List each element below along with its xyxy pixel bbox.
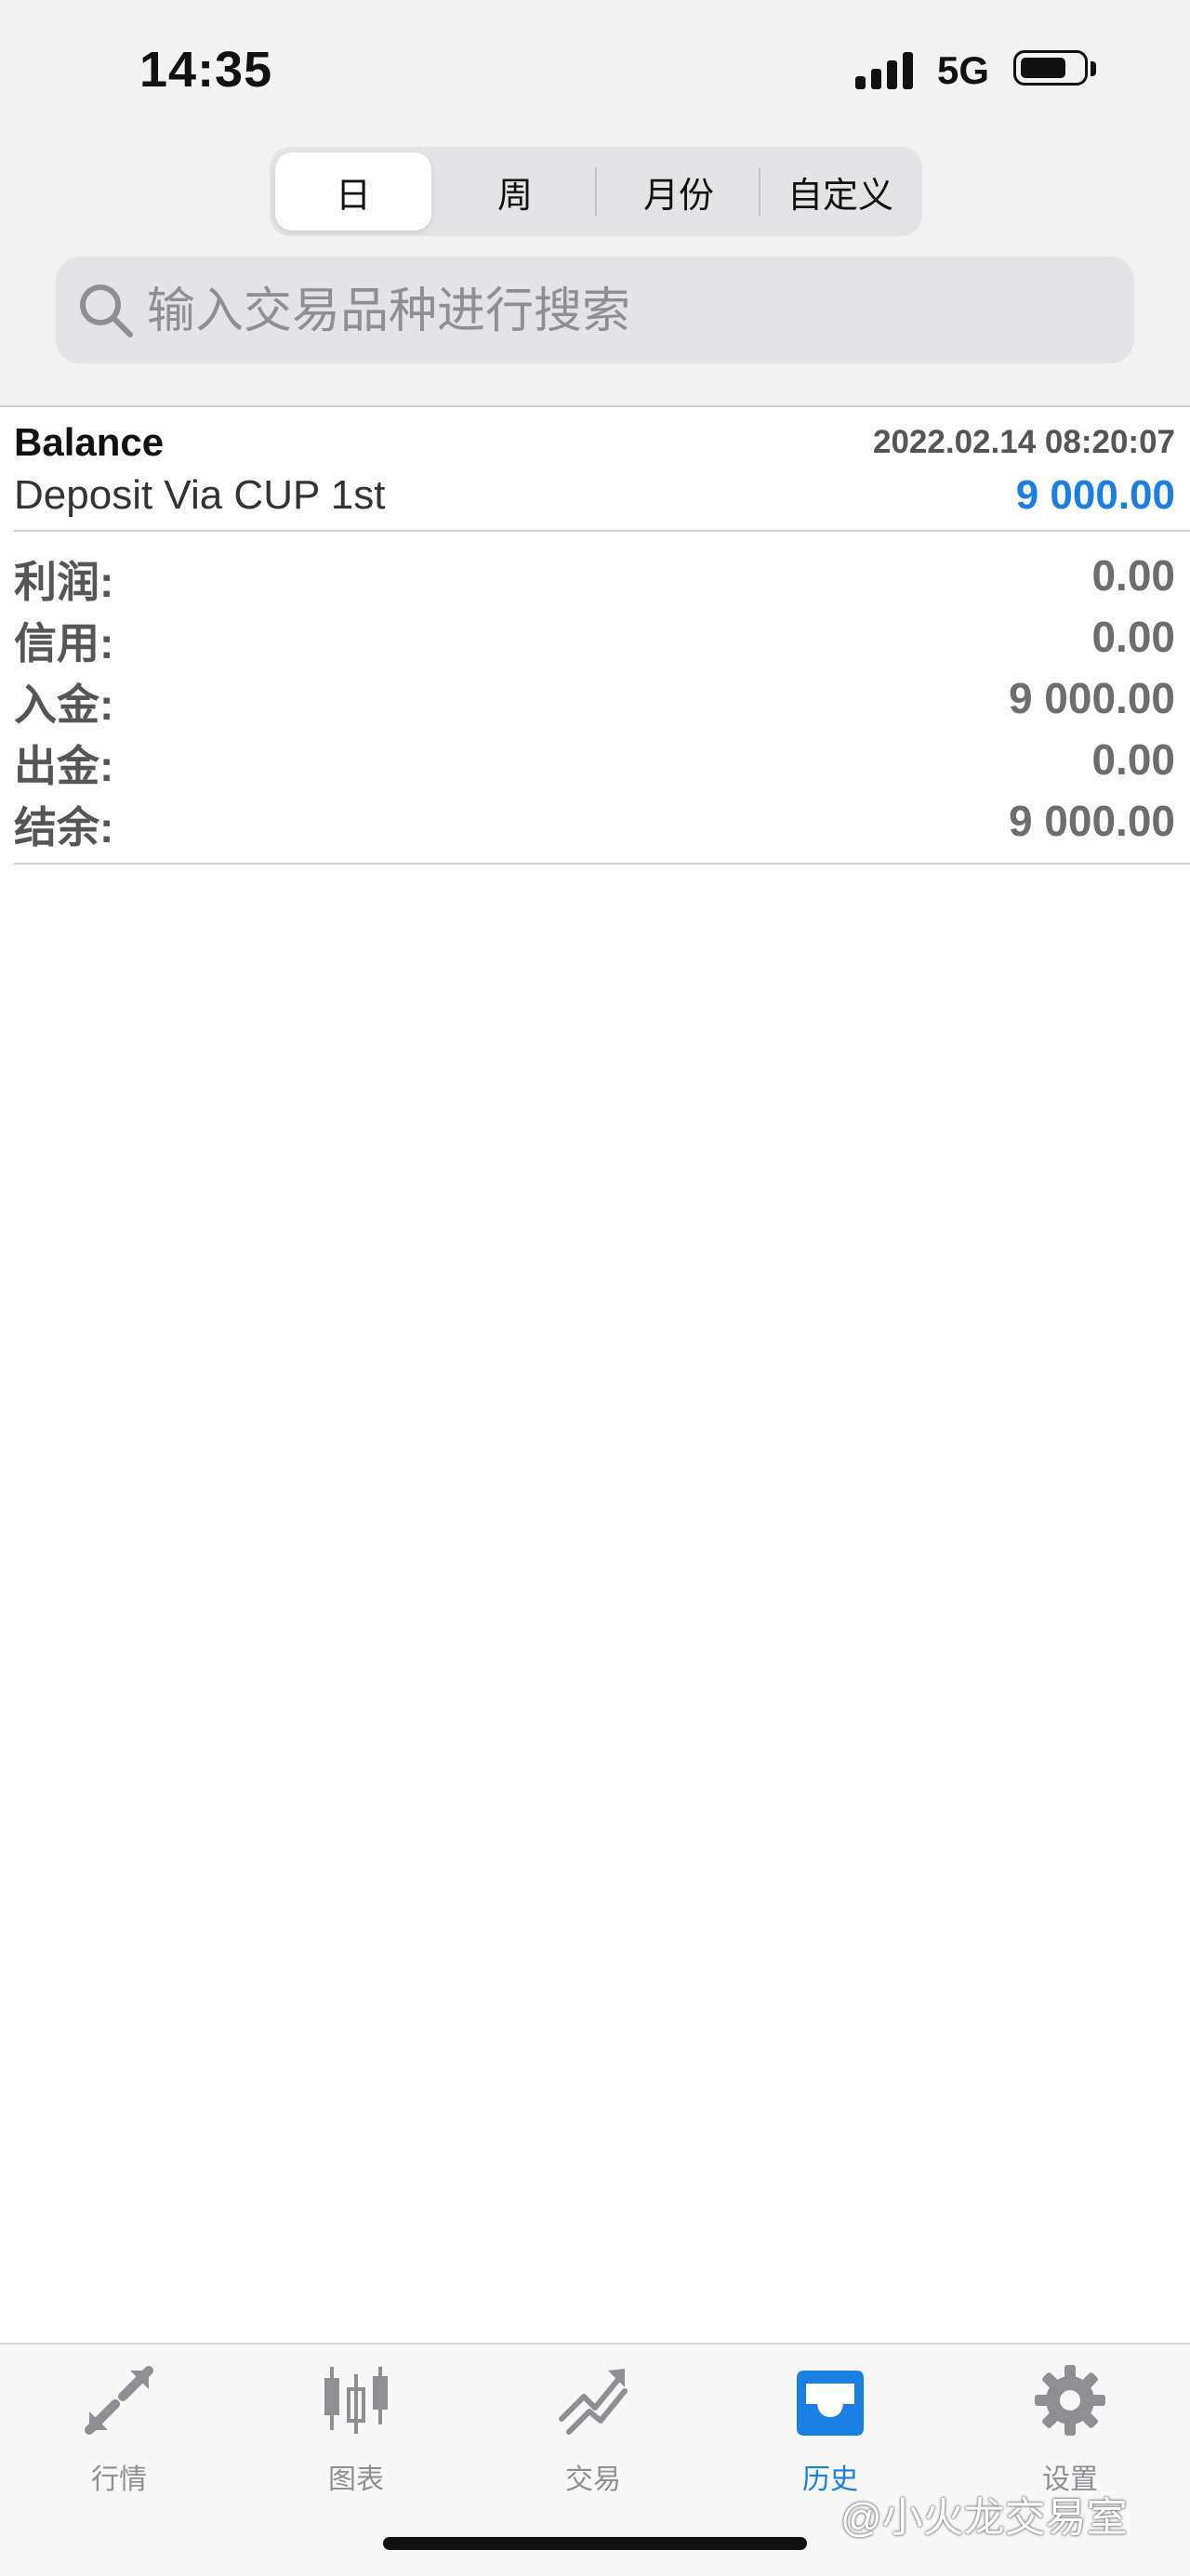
watermark: @小火龙交易室 [840,2495,1128,2541]
tab-history[interactable]: 历史 [747,2363,914,2495]
cellular-signal-icon [855,48,920,89]
network-type: 5G [937,48,990,92]
summary-value: 0.00 [1091,735,1175,784]
tab-label: 交易 [565,2464,621,2495]
battery-tip [1091,61,1096,76]
candlestick-chart-icon [324,2367,388,2434]
divider [14,863,1190,865]
summary-row-balance: 结余: 9 000.00 [0,792,1190,853]
battery-icon [1013,50,1088,86]
search-input[interactable] [145,257,1116,365]
deal-comment: Deposit Via CUP 1st [14,472,386,518]
gear-icon [1035,2365,1105,2436]
summary-row-credit: 信用: 0.00 [0,608,1190,669]
summary-value: 9 000.00 [1008,797,1175,845]
summary-row-profit: 利润: 0.00 [0,547,1190,608]
summary-label: 出金: [14,742,114,790]
tab-week[interactable]: 周 [437,152,593,231]
tab-settings[interactable]: 设置 [986,2363,1154,2495]
summary-row-withdrawal: 出金: 0.00 [0,731,1190,792]
summary-label: 结余: [14,803,114,852]
history-inbox-icon [797,2371,864,2436]
deal-row[interactable]: Balance 2022.02.14 08:20:07 Deposit Via … [0,407,1190,530]
tab-month[interactable]: 月份 [601,152,757,231]
summary-value: 0.00 [1091,613,1175,661]
tab-label: 行情 [91,2464,147,2495]
divider [14,530,1190,532]
deal-amount: 9 000.00 [1015,472,1175,518]
segment-divider [595,167,597,216]
quotes-arrows-icon [85,2366,153,2435]
tab-label: 图表 [328,2464,384,2495]
status-time: 14:35 [139,42,273,98]
search-bar[interactable] [56,257,1134,365]
deal-type: Balance [14,420,165,464]
tab-custom[interactable]: 自定义 [762,152,919,231]
tab-charts[interactable]: 图表 [272,2363,440,2495]
period-segmented-control: 日 周 月份 自定义 [270,147,922,236]
summary-value: 0.00 [1091,551,1175,600]
tab-trade[interactable]: 交易 [509,2363,677,2495]
summary-label: 入金: [14,680,114,729]
deal-time: 2022.02.14 08:20:07 [873,424,1175,460]
summary-row-deposit: 入金: 9 000.00 [0,669,1190,731]
summary-label: 信用: [14,619,114,667]
segment-divider [759,167,760,216]
header-area: 14:35 5G 日 周 月份 自定义 [0,0,1190,407]
home-indicator[interactable] [383,2537,807,2550]
search-icon [80,284,133,337]
tab-day[interactable]: 日 [275,152,431,231]
summary-value: 9 000.00 [1008,674,1175,722]
tab-quotes[interactable]: 行情 [35,2363,203,2495]
trade-trend-icon [559,2369,628,2435]
summary-label: 利润: [14,558,114,606]
